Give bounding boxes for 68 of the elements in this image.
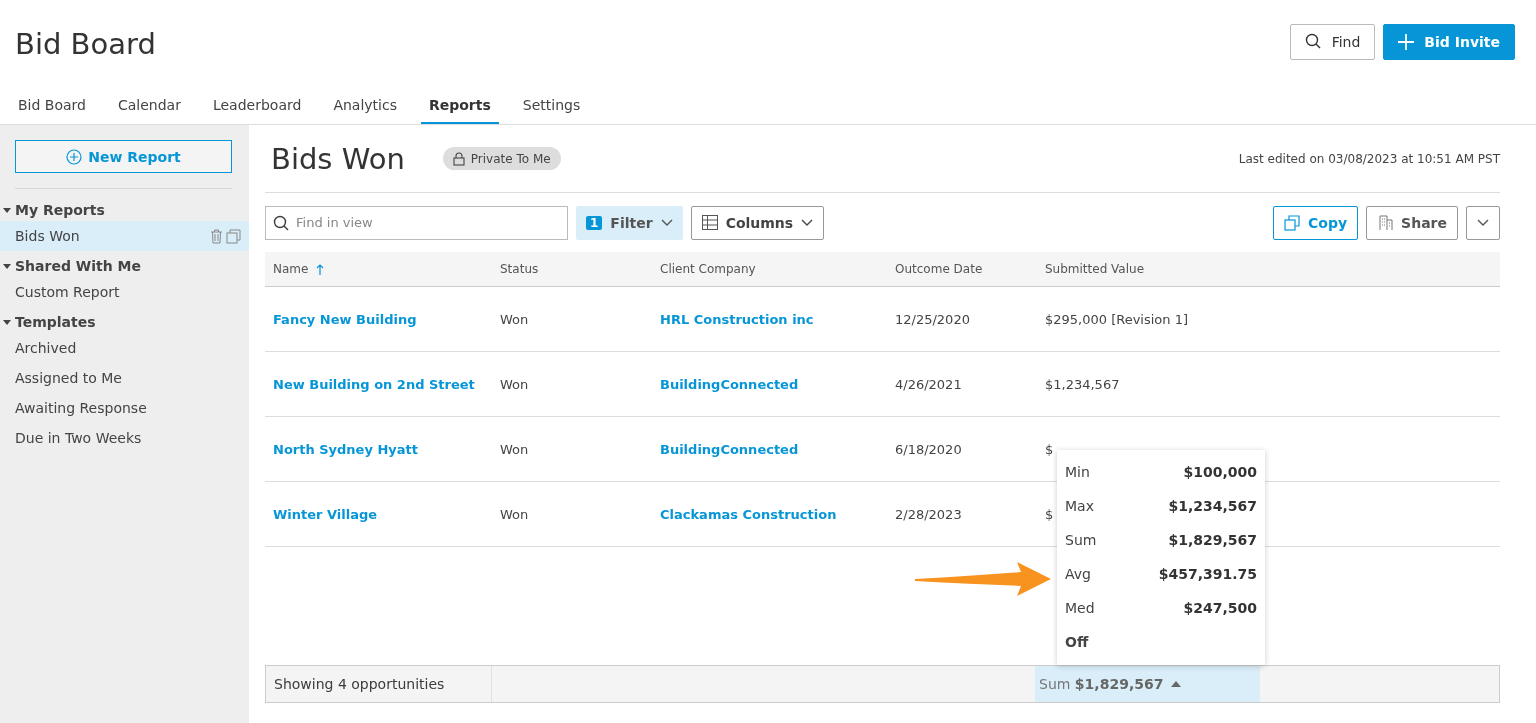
building-icon xyxy=(1377,214,1394,231)
caret-icon xyxy=(3,318,11,326)
nav-tab[interactable]: Reports xyxy=(420,88,499,124)
filter-button[interactable]: 1 Filter xyxy=(576,205,683,240)
caret-icon xyxy=(3,206,11,214)
menu-item[interactable]: Max $1,234,567 xyxy=(1057,489,1265,523)
table-cell: $ xyxy=(1045,441,1054,457)
menu-item[interactable]: Off xyxy=(1057,625,1265,659)
table-cell: 6/18/2020 xyxy=(895,441,962,457)
report-title: Bids Won xyxy=(271,141,405,176)
table-cell: 2/28/2023 xyxy=(895,506,962,522)
column-header[interactable]: Client Company xyxy=(652,262,887,276)
search-icon xyxy=(273,214,289,231)
section-header[interactable]: Shared With Me xyxy=(0,255,249,277)
nav-tab[interactable]: Leaderboard xyxy=(204,88,310,124)
plus-icon xyxy=(1398,33,1415,50)
find-button[interactable]: Find xyxy=(1289,23,1376,60)
sidebar-item[interactable]: Awaiting Response xyxy=(0,393,249,423)
plus-circle-icon xyxy=(66,148,83,165)
chevron-icon xyxy=(660,218,673,227)
nav-tab[interactable]: Bid Board xyxy=(10,88,94,124)
column-header[interactable]: Name xyxy=(265,262,492,276)
sidebar-item[interactable]: Bids Won xyxy=(0,221,249,251)
last-edited-text: Last edited on 03/08/2023 at 10:51 AM PST xyxy=(1238,151,1500,166)
menu-item[interactable]: Avg $457,391.75 xyxy=(1057,557,1265,591)
chevron-icon xyxy=(801,218,814,227)
section-header[interactable]: My Reports xyxy=(0,199,249,221)
menu-item[interactable]: Min $100,000 xyxy=(1057,455,1265,489)
sidebar-item[interactable]: Assigned to Me xyxy=(0,363,249,393)
columns-button[interactable]: Columns xyxy=(690,205,825,240)
share-button[interactable]: Share xyxy=(1366,205,1458,240)
table-cell: Won xyxy=(500,376,529,392)
table-cell: $295,000 [Revision 1] xyxy=(1045,311,1189,327)
table-icon xyxy=(701,215,718,230)
nav-tab[interactable]: Settings xyxy=(514,88,589,124)
sidebar-item[interactable]: Due in Two Weeks xyxy=(0,423,249,453)
lock-icon xyxy=(452,151,465,166)
column-header[interactable]: Outcome Date xyxy=(887,262,1037,276)
sidebar-item[interactable]: Custom Report xyxy=(0,277,249,307)
result-count: Showing 4 opportunities xyxy=(274,676,445,692)
column-header[interactable]: Submitted Value xyxy=(1037,262,1500,276)
menu-item[interactable]: Med $247,500 xyxy=(1057,591,1265,625)
table-cell: $ xyxy=(1045,506,1054,522)
caret-icon xyxy=(3,262,11,270)
table-cell: $1,234,567 xyxy=(1045,376,1120,392)
column-header[interactable]: Status xyxy=(492,262,652,276)
sort-arrow-icon xyxy=(316,263,325,275)
table-cell: 12/25/2020 xyxy=(895,311,970,327)
menu-item[interactable]: Sum $1,829,567 xyxy=(1057,523,1265,557)
copy-icon xyxy=(1284,214,1301,231)
caret-icon xyxy=(1171,681,1182,687)
summary-dropdown[interactable]: Sum $1,829,567 xyxy=(1035,666,1260,702)
search-field[interactable]: Find in view xyxy=(265,205,568,240)
section-header[interactable]: Templates xyxy=(0,311,249,333)
table-cell: Won xyxy=(500,311,529,327)
table-cell: 4/26/2021 xyxy=(895,376,962,392)
trash-icon xyxy=(210,228,223,244)
chevron-icon xyxy=(1477,218,1489,227)
privacy-badge: Private To Me xyxy=(442,147,561,170)
copy-icon xyxy=(226,228,241,244)
nav-tab[interactable]: Analytics xyxy=(325,88,405,124)
sidebar-item[interactable]: Archived xyxy=(0,333,249,363)
search-icon xyxy=(1304,33,1322,50)
nav-tab[interactable]: Calendar xyxy=(110,88,189,124)
table-cell: Won xyxy=(500,506,529,522)
more-options-button[interactable] xyxy=(1466,205,1500,240)
table-cell: Won xyxy=(500,441,529,457)
page-title: Bid Board xyxy=(15,27,156,61)
